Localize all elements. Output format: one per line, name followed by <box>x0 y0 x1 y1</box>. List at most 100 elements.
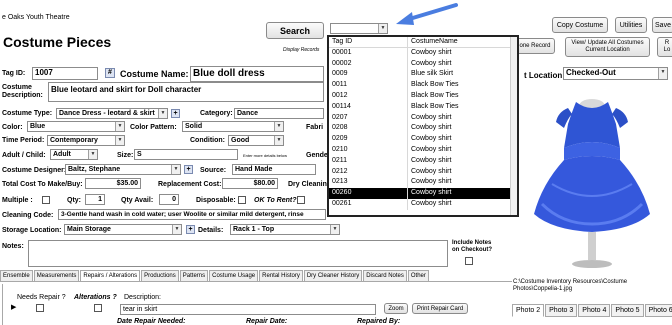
tab-costume-usage[interactable]: Costume Usage <box>209 270 259 281</box>
tab-measurements[interactable]: Measurements <box>33 270 80 281</box>
dropdown-row[interactable]: 00001 Cowboy shirt <box>329 47 517 59</box>
dropdown-scrollbar[interactable] <box>510 37 517 215</box>
source-select[interactable]: Hand Made <box>232 164 316 175</box>
org-title: e Oaks Youth Theatre <box>2 14 70 21</box>
chevron-down-icon[interactable]: ▼ <box>274 136 283 145</box>
add-designer-button[interactable]: + <box>184 165 193 174</box>
description-label-2: Description: <box>2 92 43 99</box>
repair-description-field[interactable]: tear in skirt <box>120 304 376 315</box>
dropdown-row[interactable]: 0212 Cowboy shirt <box>329 166 517 178</box>
notes-field[interactable] <box>28 240 448 267</box>
include-notes-checkbox[interactable] <box>465 257 473 265</box>
category-select[interactable]: Dance <box>234 108 324 119</box>
photo-tab[interactable]: Photo 6 <box>644 304 672 317</box>
chevron-down-icon[interactable]: ▼ <box>274 122 283 131</box>
multiple-checkbox[interactable] <box>42 196 50 204</box>
dropdown-row[interactable]: 00260 Cowboy shirt <box>329 188 517 199</box>
chevron-down-icon[interactable]: ▼ <box>158 109 167 118</box>
photo-tab[interactable]: Photo 5 <box>611 304 644 317</box>
location-select[interactable]: Checked-Out ▼ <box>563 67 668 80</box>
chevron-down-icon[interactable]: ▼ <box>115 136 124 145</box>
disposable-checkbox[interactable] <box>238 196 246 204</box>
photo-tab[interactable]: Photo 4 <box>578 304 611 317</box>
adult-child-label: Adult / Child: <box>2 152 46 159</box>
description-field[interactable]: Blue leotard and skirt for Doll characte… <box>48 82 324 102</box>
tab-dry-cleaner-history[interactable]: Dry Cleaner History <box>303 270 363 281</box>
chevron-down-icon[interactable]: ▼ <box>172 225 181 234</box>
dropdown-row[interactable]: 0207 Cowboy shirt <box>329 112 517 124</box>
utilities-button[interactable]: Utilities <box>615 17 647 33</box>
costume-type-select[interactable]: Dance Dress - leotard & skirt ▼ <box>56 108 168 119</box>
dropdown-row[interactable]: 0208 Cowboy shirt <box>329 123 517 135</box>
details-select[interactable]: Rack 1 - Top ▼ <box>230 224 340 235</box>
dropdown-row[interactable]: 0213 Cowboy shirt <box>329 177 517 189</box>
photo-tab[interactable]: Photo 3 <box>545 304 578 317</box>
dropdown-row-tag-id: 0209 <box>329 134 408 145</box>
photo-tab[interactable]: Photo 2 <box>512 304 545 317</box>
ok-to-rent-checkbox[interactable] <box>297 196 305 204</box>
dropdown-row-tag-id: 0208 <box>329 123 408 135</box>
chevron-down-icon[interactable]: ▼ <box>171 165 180 174</box>
tab-discard-notes[interactable]: Discard Notes <box>363 270 407 281</box>
chevron-down-icon[interactable]: ▼ <box>378 24 387 33</box>
description-label-1: Costume <box>2 84 32 91</box>
details-label: Details: <box>198 227 224 234</box>
color-select[interactable]: Blue ▼ <box>27 121 125 132</box>
color-pattern-select[interactable]: Solid ▼ <box>182 121 284 132</box>
copy-costume-button[interactable]: Copy Costume <box>552 17 608 33</box>
add-costume-type-button[interactable]: + <box>171 109 180 118</box>
tag-search-button[interactable]: # <box>105 68 115 78</box>
alterations-checkbox[interactable] <box>94 304 102 312</box>
tab-other[interactable]: Other <box>407 270 429 281</box>
tag-id-field[interactable]: 1007 <box>32 67 98 80</box>
search-button[interactable]: Search <box>266 22 324 39</box>
dropdown-row-name: Cowboy shirt <box>411 113 452 121</box>
total-cost-field[interactable]: $35.00 <box>85 178 141 189</box>
condition-select[interactable]: Good ▼ <box>228 135 284 146</box>
chevron-down-icon[interactable]: ▼ <box>115 122 124 131</box>
dropdown-row-name: Cowboy shirt <box>411 199 452 207</box>
clone-record-button[interactable]: one Record <box>515 38 555 54</box>
qty-avail-field[interactable]: 0 <box>159 194 179 205</box>
re-line2: Lo <box>663 47 671 53</box>
dropdown-row[interactable]: 0009 Blue silk Skirt <box>329 69 517 81</box>
dropdown-row[interactable]: 0011 Black Bow Ties <box>329 80 517 91</box>
adult-child-select[interactable]: Adult ▼ <box>50 149 98 160</box>
record-selector-icon[interactable]: ▶ <box>11 303 16 311</box>
save-button[interactable]: Save <box>652 17 672 33</box>
costume-name-field[interactable]: Blue doll dress <box>190 66 324 82</box>
chevron-down-icon[interactable]: ▼ <box>330 225 339 234</box>
tab-patterns[interactable]: Patterns <box>179 270 209 281</box>
print-repair-card-button[interactable]: Print Repair Card <box>412 303 468 314</box>
ok-to-rent-label: OK To Rent? <box>254 197 297 204</box>
dropdown-row[interactable]: 0210 Cowboy shirt <box>329 144 517 156</box>
dropdown-row[interactable]: 0012 Black Bow Ties <box>329 90 517 102</box>
time-period-select[interactable]: Contemporary ▼ <box>47 135 125 146</box>
zoom-button[interactable]: Zoom <box>384 303 408 314</box>
chevron-down-icon[interactable]: ▼ <box>658 68 667 79</box>
replacement-cost-field[interactable]: $80.00 <box>222 178 278 189</box>
cleaning-code-select[interactable]: 3-Gentle hand wash in cold water; user W… <box>58 209 326 220</box>
tag-id-label: Tag ID: <box>2 70 26 77</box>
needs-repair-checkbox[interactable] <box>36 304 44 312</box>
dropdown-row[interactable]: 0211 Cowboy shirt <box>329 155 517 167</box>
tab-productions[interactable]: Productions <box>141 270 179 281</box>
tab-repairs-alterations[interactable]: Repairs / Alterations <box>80 270 141 281</box>
tab-rental-history[interactable]: Rental History <box>259 270 303 281</box>
re-location-button[interactable]: R Lo <box>657 37 672 57</box>
dropdown-row[interactable]: 0209 Cowboy shirt <box>329 134 517 145</box>
dropdown-row[interactable]: 00002 Cowboy shirt <box>329 58 517 70</box>
tab-ensemble[interactable]: Ensemble <box>0 270 33 281</box>
view-update-all-costumes-button[interactable]: View/ Update All Costumes Current Locati… <box>565 37 650 57</box>
dropdown-row[interactable]: 00261 Cowboy shirt <box>329 198 517 210</box>
size-field[interactable]: S <box>134 149 238 160</box>
qty-field[interactable]: 1 <box>85 194 105 205</box>
designer-select[interactable]: Baltz, Stephane ▼ <box>65 164 181 175</box>
add-storage-button[interactable]: + <box>186 225 195 234</box>
storage-location-select[interactable]: Main Storage ▼ <box>64 224 182 235</box>
dropdown-row-name: Black Bow Ties <box>411 81 459 89</box>
chevron-down-icon[interactable]: ▼ <box>88 150 97 159</box>
dropdown-row-tag-id: 0211 <box>329 155 408 167</box>
search-combo-box[interactable]: ▼ <box>330 23 388 34</box>
dropdown-row[interactable]: 00114 Black Bow Ties <box>329 101 517 113</box>
